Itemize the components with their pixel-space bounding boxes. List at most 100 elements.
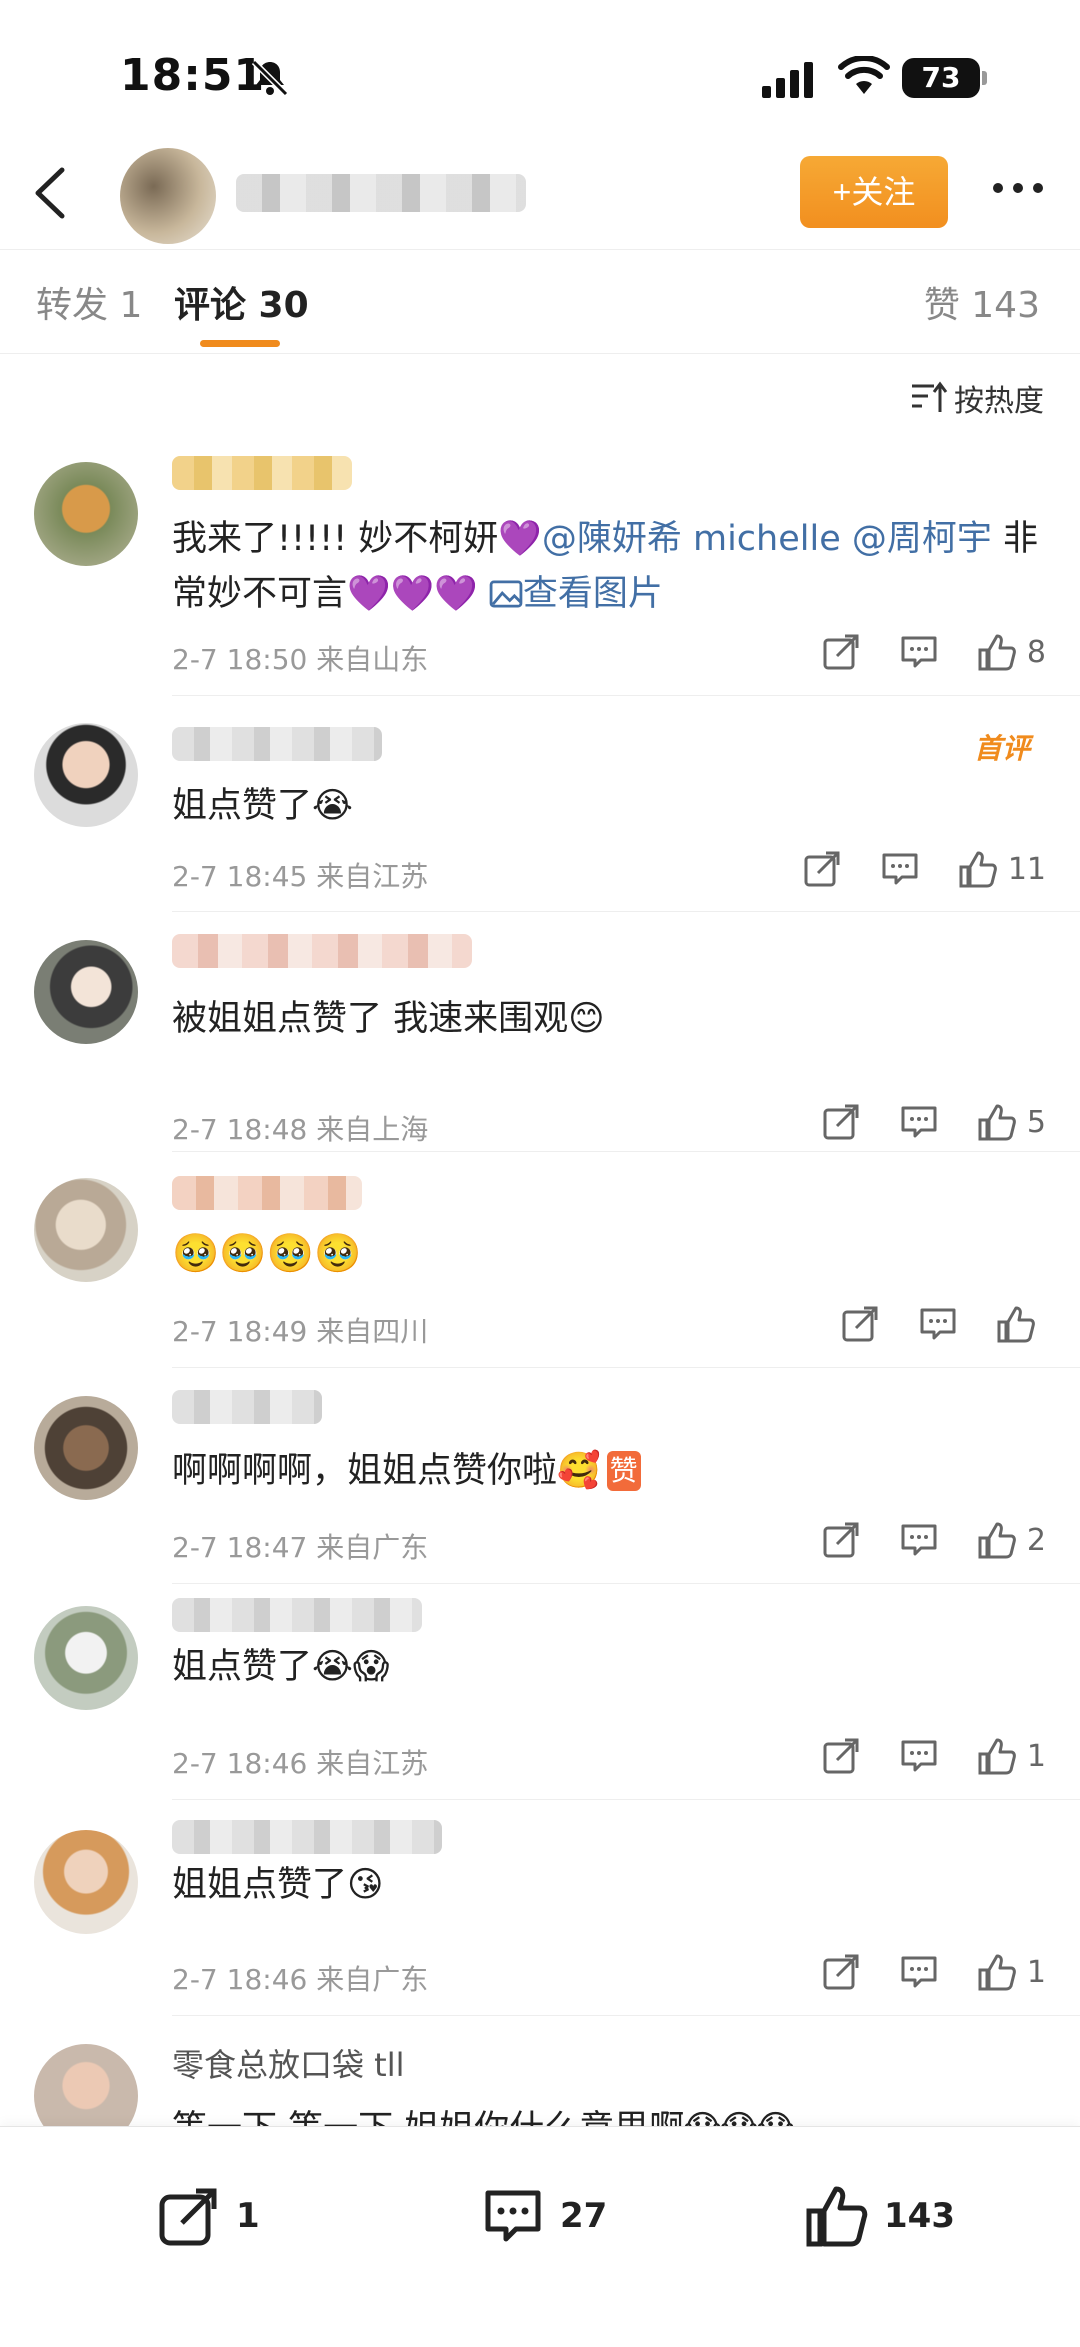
comment-icon[interactable]: [899, 1102, 939, 1142]
wifi-icon: [838, 56, 890, 94]
comment-item: 姐姐点赞了😘 2-7 18:46 来自广东 1: [0, 1800, 1080, 2016]
comment-item: 🥹🥹🥹🥹 2-7 18:49 来自四川: [0, 1152, 1080, 1368]
like-icon: [978, 1522, 1016, 1559]
username-blurred[interactable]: [236, 174, 526, 212]
comment-author-blurred[interactable]: [172, 934, 472, 968]
sort-button[interactable]: 按热度: [910, 376, 1044, 420]
like-button[interactable]: 2: [977, 1520, 1046, 1560]
repost-icon[interactable]: [821, 1102, 861, 1142]
repost-icon[interactable]: [840, 1304, 880, 1344]
repost-icon[interactable]: [821, 1520, 861, 1560]
tab-repost[interactable]: 转发 1: [36, 276, 142, 328]
comment-meta: 2-7 18:46 来自江苏: [172, 1747, 429, 1780]
comment-icon[interactable]: [918, 1304, 958, 1344]
avatar[interactable]: [34, 1178, 138, 1282]
comment-icon[interactable]: [899, 1952, 939, 1992]
comment-text: 我来了!!!!! 妙不柯妍💜@陳妍希 michelle @周柯宇 非常妙不可言💜…: [172, 519, 1039, 614]
comment-author-blurred[interactable]: [172, 1820, 442, 1854]
like-button[interactable]: 5: [977, 1102, 1046, 1142]
comment-author-blurred[interactable]: [172, 1176, 362, 1210]
like-icon: [806, 2186, 868, 2247]
like-button[interactable]: 11: [958, 849, 1046, 889]
like-count: 143: [884, 2196, 955, 2236]
comment-author-blurred[interactable]: [172, 1390, 322, 1424]
battery-indicator: 73: [902, 58, 987, 98]
avatar[interactable]: [34, 1396, 138, 1500]
follow-button[interactable]: +关注: [800, 156, 948, 228]
tab-comments[interactable]: 评论 30: [174, 276, 309, 328]
comment-author-blurred[interactable]: [172, 1598, 422, 1632]
avatar[interactable]: [34, 462, 138, 566]
like-icon: [959, 851, 997, 888]
repost-icon[interactable]: [821, 1952, 861, 1992]
like-button[interactable]: [996, 1304, 1046, 1344]
avatar[interactable]: [34, 1606, 138, 1710]
signal-icon: [762, 62, 813, 98]
like-count: 5: [1026, 1104, 1046, 1140]
comment-actions: 1: [821, 1952, 1046, 1992]
comment-meta: 2-7 18:47 来自广东: [172, 1531, 429, 1564]
like-count: 2: [1026, 1522, 1046, 1558]
comment-button[interactable]: 27: [480, 2183, 607, 2249]
comment-icon[interactable]: [899, 1520, 939, 1560]
comment-actions: 11: [802, 849, 1046, 889]
sort-icon: [912, 381, 948, 412]
image-icon: [489, 580, 523, 608]
repost-icon[interactable]: [821, 1736, 861, 1776]
avatar[interactable]: [120, 148, 216, 244]
like-icon: [978, 634, 1016, 671]
like-icon: [997, 1306, 1035, 1343]
comment-icon[interactable]: [899, 632, 939, 672]
comment-meta: 2-7 18:50 来自山东: [172, 643, 429, 676]
comment-meta: 2-7 18:49 来自四川: [172, 1315, 429, 1348]
like-icon: [978, 1104, 1016, 1141]
comment-text: 姐姐点赞了😘: [172, 1865, 384, 1905]
bell-slash-icon: [251, 59, 289, 97]
comment-item: 被姐姐点赞了 我速来围观😊 2-7 18:48 来自上海 5: [0, 912, 1080, 1152]
comment-count: 27: [560, 2196, 608, 2236]
comment-meta: 2-7 18:48 来自上海: [172, 1113, 429, 1146]
like-icon: [978, 1954, 1016, 1991]
like-count: 11: [1007, 851, 1046, 887]
repost-icon[interactable]: [821, 632, 861, 672]
comment-icon[interactable]: [880, 849, 920, 889]
comment-text: 🥹🥹🥹🥹: [172, 1231, 362, 1275]
comment-item: 啊啊啊啊，姐姐点赞你啦🥰 赞 2-7 18:47 来自广东 2: [0, 1368, 1080, 1584]
like-button[interactable]: 143: [804, 2183, 955, 2249]
comment-meta: 2-7 18:46 来自广东: [172, 1963, 429, 1996]
comment-actions: 1: [821, 1736, 1046, 1776]
avatar[interactable]: [34, 2044, 138, 2126]
comment-author-blurred[interactable]: [172, 456, 352, 490]
like-button[interactable]: 1: [977, 1952, 1046, 1992]
avatar[interactable]: [34, 723, 138, 827]
like-count: 1: [1026, 1738, 1046, 1774]
comment-item: 零食总放口袋 tll 等一下 等一下 姐姐你什么意思啊😱😱😱: [0, 2016, 1080, 2126]
back-arrow-icon[interactable]: [22, 162, 78, 224]
comment-item: 我来了!!!!! 妙不柯妍💜@陳妍希 michelle @周柯宇 非常妙不可言💜…: [0, 456, 1080, 696]
divider: [172, 695, 1080, 696]
comment-text: 等一下 等一下 姐姐你什么意思啊😱😱😱: [172, 2102, 1040, 2126]
like-icon: [978, 1738, 1016, 1775]
sort-label: 按热度: [954, 384, 1044, 419]
repost-button[interactable]: 1: [156, 2183, 260, 2249]
repost-icon[interactable]: [802, 849, 842, 889]
comment-actions: [840, 1304, 1046, 1344]
mention-link[interactable]: @陳妍希 michelle @周柯宇: [542, 519, 992, 559]
tab-likes[interactable]: 赞 143: [924, 276, 1040, 328]
comment-icon[interactable]: [899, 1736, 939, 1776]
comment-item: 首评 姐点赞了😭 2-7 18:45 来自江苏 11: [0, 697, 1080, 912]
more-icon[interactable]: [990, 178, 1046, 198]
repost-icon: [159, 2188, 217, 2246]
like-button[interactable]: 8: [977, 632, 1046, 672]
avatar[interactable]: [34, 1830, 138, 1934]
bottom-action-bar: 1 27 143: [0, 2126, 1080, 2347]
view-image-link[interactable]: 查看图片: [489, 574, 663, 614]
comment-author-blurred[interactable]: [172, 727, 382, 761]
comment-text: 被姐姐点赞了 我速来围观😊: [172, 999, 605, 1039]
comment-icon: [485, 2190, 541, 2242]
like-button[interactable]: 1: [977, 1736, 1046, 1776]
tab-active-indicator: [200, 340, 280, 347]
comment-actions: 2: [821, 1520, 1046, 1560]
avatar[interactable]: [34, 940, 138, 1044]
comment-author[interactable]: 零食总放口袋 tll: [172, 2038, 1040, 2093]
